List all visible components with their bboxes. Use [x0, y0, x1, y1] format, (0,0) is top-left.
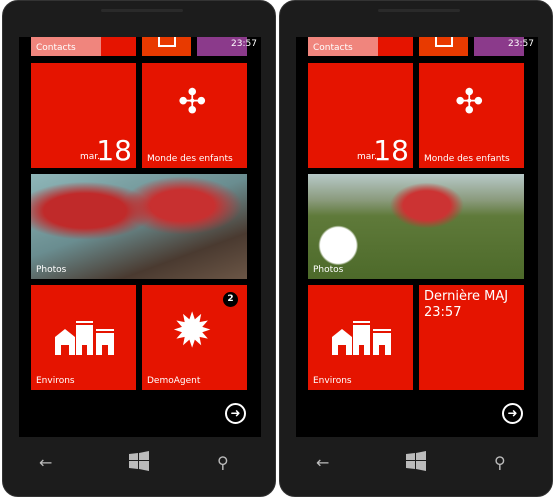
tile-contacts-label: Contacts — [313, 43, 353, 53]
windows-start-button[interactable] — [129, 451, 149, 475]
tile-calendar[interactable]: mar. 18 — [31, 63, 136, 168]
tile-agent[interactable]: ✹ 2 DemoAgent — [142, 285, 247, 390]
tile-kids-corner[interactable]: ✣ Monde des enfants — [142, 63, 247, 168]
status-time: 23:57 — [231, 39, 257, 49]
tile-photos-label: Photos — [313, 265, 344, 275]
speaker — [101, 9, 183, 12]
pinwheel-icon: ✣ — [455, 82, 484, 122]
search-button[interactable]: ⚲ — [494, 453, 506, 472]
windows-icon — [129, 451, 149, 471]
tile-kids-label: Monde des enfants — [424, 154, 510, 164]
buildings-icon — [332, 321, 391, 355]
start-screen: Contacts 23:57 mar. 18 ✣ Monde des enfan… — [296, 37, 538, 437]
phone-left: Contacts 23:57 mar. 18 ✣ Monde des enfan… — [2, 0, 276, 497]
phone-right: Contacts 23:57 mar. 18 ✣ Monde des enfan… — [279, 0, 553, 497]
photo-image — [31, 174, 247, 279]
pinwheel-icon: ✣ — [178, 82, 207, 122]
calendar-date: 18 — [373, 134, 409, 167]
speaker — [378, 9, 460, 12]
tile-contacts[interactable]: Contacts — [31, 37, 136, 56]
tile-office[interactable] — [142, 37, 191, 56]
photo-image — [308, 174, 524, 279]
tile-photos[interactable]: Photos — [31, 174, 247, 279]
all-apps-arrow-button[interactable]: ➜ — [225, 403, 246, 424]
all-apps-arrow-button[interactable]: ➜ — [502, 403, 523, 424]
tile-photos-label: Photos — [36, 265, 67, 275]
notification-badge: 2 — [223, 292, 238, 307]
tile-kids-label: Monde des enfants — [147, 154, 233, 164]
back-button[interactable]: ← — [39, 453, 52, 472]
live-time: 23:57 — [424, 305, 462, 320]
tile-contacts[interactable]: Contacts — [308, 37, 413, 56]
windows-start-button[interactable] — [406, 451, 426, 475]
tile-live-update[interactable]: Dernière MAJ 23:57 — [419, 285, 524, 390]
status-time: 23:57 — [508, 39, 534, 49]
tile-office[interactable] — [419, 37, 468, 56]
buildings-icon — [55, 321, 114, 355]
tile-environs-label: Environs — [313, 376, 352, 386]
windows-icon — [406, 451, 426, 471]
office-icon — [435, 37, 453, 47]
starburst-icon: ✹ — [172, 303, 213, 359]
tile-calendar[interactable]: mar. 18 — [308, 63, 413, 168]
tile-environs[interactable]: Environs — [308, 285, 413, 390]
start-screen: Contacts 23:57 mar. 18 ✣ Monde des enfan… — [19, 37, 261, 437]
tile-photos[interactable]: Photos — [308, 174, 524, 279]
office-icon — [158, 37, 176, 47]
tile-contacts-label: Contacts — [36, 43, 76, 53]
calendar-date: 18 — [96, 134, 132, 167]
tile-agent-label: DemoAgent — [147, 376, 201, 386]
tile-kids-corner[interactable]: ✣ Monde des enfants — [419, 63, 524, 168]
tile-environs[interactable]: Environs — [31, 285, 136, 390]
live-title: Dernière MAJ — [424, 289, 509, 304]
back-button[interactable]: ← — [316, 453, 329, 472]
search-button[interactable]: ⚲ — [217, 453, 229, 472]
tile-environs-label: Environs — [36, 376, 75, 386]
